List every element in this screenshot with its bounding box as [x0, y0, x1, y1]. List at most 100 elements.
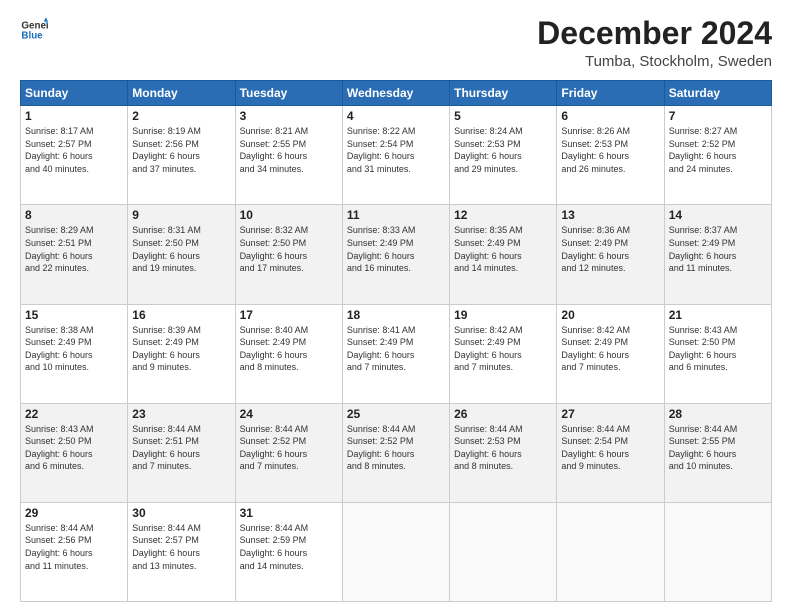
day-number: 12	[454, 208, 552, 222]
calendar-cell: 13 Sunrise: 8:36 AMSunset: 2:49 PMDaylig…	[557, 205, 664, 304]
day-info: Sunrise: 8:44 AMSunset: 2:53 PMDaylight:…	[454, 423, 552, 473]
calendar-cell	[342, 502, 449, 601]
day-number: 10	[240, 208, 338, 222]
day-number: 15	[25, 308, 123, 322]
weekday-header: Wednesday	[342, 81, 449, 106]
calendar-cell: 16 Sunrise: 8:39 AMSunset: 2:49 PMDaylig…	[128, 304, 235, 403]
logo: General Blue	[20, 16, 48, 44]
calendar-cell: 31 Sunrise: 8:44 AMSunset: 2:59 PMDaylig…	[235, 502, 342, 601]
day-info: Sunrise: 8:39 AMSunset: 2:49 PMDaylight:…	[132, 324, 230, 374]
day-info: Sunrise: 8:37 AMSunset: 2:49 PMDaylight:…	[669, 224, 767, 274]
calendar-cell: 5 Sunrise: 8:24 AMSunset: 2:53 PMDayligh…	[450, 106, 557, 205]
day-number: 14	[669, 208, 767, 222]
day-info: Sunrise: 8:38 AMSunset: 2:49 PMDaylight:…	[25, 324, 123, 374]
day-number: 18	[347, 308, 445, 322]
day-number: 31	[240, 506, 338, 520]
day-info: Sunrise: 8:41 AMSunset: 2:49 PMDaylight:…	[347, 324, 445, 374]
day-number: 21	[669, 308, 767, 322]
day-info: Sunrise: 8:40 AMSunset: 2:49 PMDaylight:…	[240, 324, 338, 374]
calendar-cell: 3 Sunrise: 8:21 AMSunset: 2:55 PMDayligh…	[235, 106, 342, 205]
day-number: 24	[240, 407, 338, 421]
day-info: Sunrise: 8:33 AMSunset: 2:49 PMDaylight:…	[347, 224, 445, 274]
day-number: 1	[25, 109, 123, 123]
calendar-cell: 11 Sunrise: 8:33 AMSunset: 2:49 PMDaylig…	[342, 205, 449, 304]
logo-icon: General Blue	[20, 16, 48, 44]
calendar-cell: 12 Sunrise: 8:35 AMSunset: 2:49 PMDaylig…	[450, 205, 557, 304]
day-number: 11	[347, 208, 445, 222]
day-info: Sunrise: 8:42 AMSunset: 2:49 PMDaylight:…	[454, 324, 552, 374]
day-number: 3	[240, 109, 338, 123]
weekday-header: Friday	[557, 81, 664, 106]
calendar-cell	[450, 502, 557, 601]
calendar-cell: 24 Sunrise: 8:44 AMSunset: 2:52 PMDaylig…	[235, 403, 342, 502]
calendar-cell: 7 Sunrise: 8:27 AMSunset: 2:52 PMDayligh…	[664, 106, 771, 205]
day-number: 7	[669, 109, 767, 123]
calendar-cell	[664, 502, 771, 601]
day-info: Sunrise: 8:24 AMSunset: 2:53 PMDaylight:…	[454, 125, 552, 175]
calendar-cell: 21 Sunrise: 8:43 AMSunset: 2:50 PMDaylig…	[664, 304, 771, 403]
day-number: 6	[561, 109, 659, 123]
day-info: Sunrise: 8:43 AMSunset: 2:50 PMDaylight:…	[25, 423, 123, 473]
weekday-header: Tuesday	[235, 81, 342, 106]
day-info: Sunrise: 8:21 AMSunset: 2:55 PMDaylight:…	[240, 125, 338, 175]
calendar-cell: 25 Sunrise: 8:44 AMSunset: 2:52 PMDaylig…	[342, 403, 449, 502]
day-info: Sunrise: 8:44 AMSunset: 2:56 PMDaylight:…	[25, 522, 123, 572]
calendar-cell: 26 Sunrise: 8:44 AMSunset: 2:53 PMDaylig…	[450, 403, 557, 502]
day-number: 9	[132, 208, 230, 222]
calendar-cell: 1 Sunrise: 8:17 AMSunset: 2:57 PMDayligh…	[21, 106, 128, 205]
day-number: 2	[132, 109, 230, 123]
day-number: 4	[347, 109, 445, 123]
calendar-cell: 19 Sunrise: 8:42 AMSunset: 2:49 PMDaylig…	[450, 304, 557, 403]
calendar-cell: 15 Sunrise: 8:38 AMSunset: 2:49 PMDaylig…	[21, 304, 128, 403]
day-number: 25	[347, 407, 445, 421]
day-info: Sunrise: 8:27 AMSunset: 2:52 PMDaylight:…	[669, 125, 767, 175]
calendar-cell: 27 Sunrise: 8:44 AMSunset: 2:54 PMDaylig…	[557, 403, 664, 502]
day-number: 19	[454, 308, 552, 322]
day-info: Sunrise: 8:44 AMSunset: 2:54 PMDaylight:…	[561, 423, 659, 473]
day-info: Sunrise: 8:32 AMSunset: 2:50 PMDaylight:…	[240, 224, 338, 274]
day-info: Sunrise: 8:17 AMSunset: 2:57 PMDaylight:…	[25, 125, 123, 175]
day-info: Sunrise: 8:44 AMSunset: 2:52 PMDaylight:…	[347, 423, 445, 473]
day-number: 27	[561, 407, 659, 421]
weekday-header: Monday	[128, 81, 235, 106]
calendar-cell: 22 Sunrise: 8:43 AMSunset: 2:50 PMDaylig…	[21, 403, 128, 502]
weekday-header: Sunday	[21, 81, 128, 106]
day-info: Sunrise: 8:22 AMSunset: 2:54 PMDaylight:…	[347, 125, 445, 175]
day-info: Sunrise: 8:42 AMSunset: 2:49 PMDaylight:…	[561, 324, 659, 374]
calendar-cell: 8 Sunrise: 8:29 AMSunset: 2:51 PMDayligh…	[21, 205, 128, 304]
day-info: Sunrise: 8:35 AMSunset: 2:49 PMDaylight:…	[454, 224, 552, 274]
day-info: Sunrise: 8:43 AMSunset: 2:50 PMDaylight:…	[669, 324, 767, 374]
calendar-cell: 2 Sunrise: 8:19 AMSunset: 2:56 PMDayligh…	[128, 106, 235, 205]
day-info: Sunrise: 8:29 AMSunset: 2:51 PMDaylight:…	[25, 224, 123, 274]
calendar-cell: 17 Sunrise: 8:40 AMSunset: 2:49 PMDaylig…	[235, 304, 342, 403]
calendar-cell	[557, 502, 664, 601]
calendar-cell: 18 Sunrise: 8:41 AMSunset: 2:49 PMDaylig…	[342, 304, 449, 403]
calendar-cell: 10 Sunrise: 8:32 AMSunset: 2:50 PMDaylig…	[235, 205, 342, 304]
day-number: 30	[132, 506, 230, 520]
day-info: Sunrise: 8:44 AMSunset: 2:51 PMDaylight:…	[132, 423, 230, 473]
svg-text:Blue: Blue	[21, 30, 43, 41]
calendar-cell: 23 Sunrise: 8:44 AMSunset: 2:51 PMDaylig…	[128, 403, 235, 502]
calendar-cell: 20 Sunrise: 8:42 AMSunset: 2:49 PMDaylig…	[557, 304, 664, 403]
day-info: Sunrise: 8:44 AMSunset: 2:59 PMDaylight:…	[240, 522, 338, 572]
calendar-cell: 28 Sunrise: 8:44 AMSunset: 2:55 PMDaylig…	[664, 403, 771, 502]
day-info: Sunrise: 8:26 AMSunset: 2:53 PMDaylight:…	[561, 125, 659, 175]
calendar-cell: 4 Sunrise: 8:22 AMSunset: 2:54 PMDayligh…	[342, 106, 449, 205]
day-number: 17	[240, 308, 338, 322]
day-number: 13	[561, 208, 659, 222]
subtitle: Tumba, Stockholm, Sweden	[537, 53, 772, 70]
main-title: December 2024	[537, 16, 772, 51]
calendar-cell: 14 Sunrise: 8:37 AMSunset: 2:49 PMDaylig…	[664, 205, 771, 304]
calendar-cell: 9 Sunrise: 8:31 AMSunset: 2:50 PMDayligh…	[128, 205, 235, 304]
calendar-cell: 6 Sunrise: 8:26 AMSunset: 2:53 PMDayligh…	[557, 106, 664, 205]
day-number: 22	[25, 407, 123, 421]
weekday-header: Thursday	[450, 81, 557, 106]
day-number: 29	[25, 506, 123, 520]
day-info: Sunrise: 8:31 AMSunset: 2:50 PMDaylight:…	[132, 224, 230, 274]
day-number: 5	[454, 109, 552, 123]
day-number: 23	[132, 407, 230, 421]
day-info: Sunrise: 8:44 AMSunset: 2:52 PMDaylight:…	[240, 423, 338, 473]
day-number: 28	[669, 407, 767, 421]
calendar-table: SundayMondayTuesdayWednesdayThursdayFrid…	[20, 80, 772, 602]
page: General Blue December 2024 Tumba, Stockh…	[0, 0, 792, 612]
